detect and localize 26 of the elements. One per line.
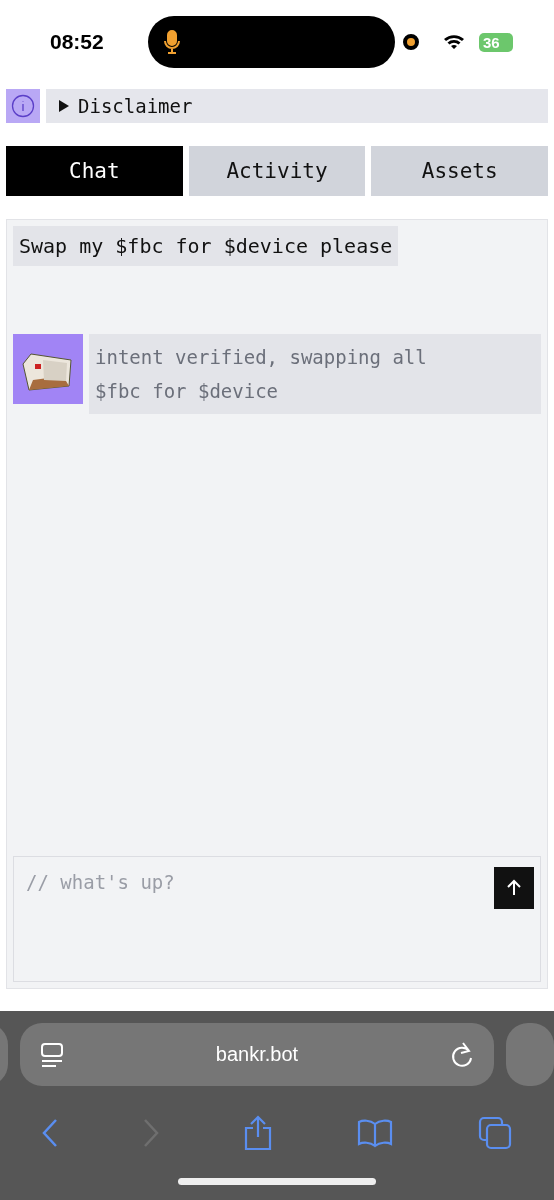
disclaimer-toggle[interactable]: Disclaimer	[46, 89, 548, 123]
message-input[interactable]: // what's up?	[13, 856, 541, 982]
recording-dot	[403, 34, 419, 50]
reader-icon	[40, 1041, 64, 1068]
url-text: bankr.bot	[215, 1043, 299, 1066]
tab[interactable]: Chat	[6, 146, 183, 196]
share-icon[interactable]	[242, 1115, 273, 1151]
tabs-icon[interactable]	[477, 1116, 512, 1150]
triangle-icon	[58, 99, 70, 113]
address-bar[interactable]: bankr.bot	[20, 1023, 494, 1086]
battery-level: 36	[479, 32, 513, 52]
wifi-icon	[443, 34, 465, 50]
forward-icon[interactable]	[142, 1118, 159, 1148]
bot-message: intent verified, swapping all $fbc for $device	[89, 334, 541, 414]
book-icon[interactable]	[357, 1118, 394, 1148]
send-button[interactable]	[494, 867, 534, 909]
next-tab-card[interactable]	[506, 1023, 554, 1086]
microphone-icon	[164, 30, 180, 54]
reload-icon[interactable]	[450, 1041, 474, 1068]
status-time: 08:52	[50, 30, 105, 54]
user-message: Swap my $fbc for $device please	[13, 226, 399, 266]
tab[interactable]: Activity	[188, 146, 366, 196]
back-icon[interactable]	[42, 1118, 59, 1148]
info-icon	[6, 89, 40, 123]
tab[interactable]: Assets	[371, 146, 548, 196]
up-arrow-icon	[505, 879, 523, 897]
